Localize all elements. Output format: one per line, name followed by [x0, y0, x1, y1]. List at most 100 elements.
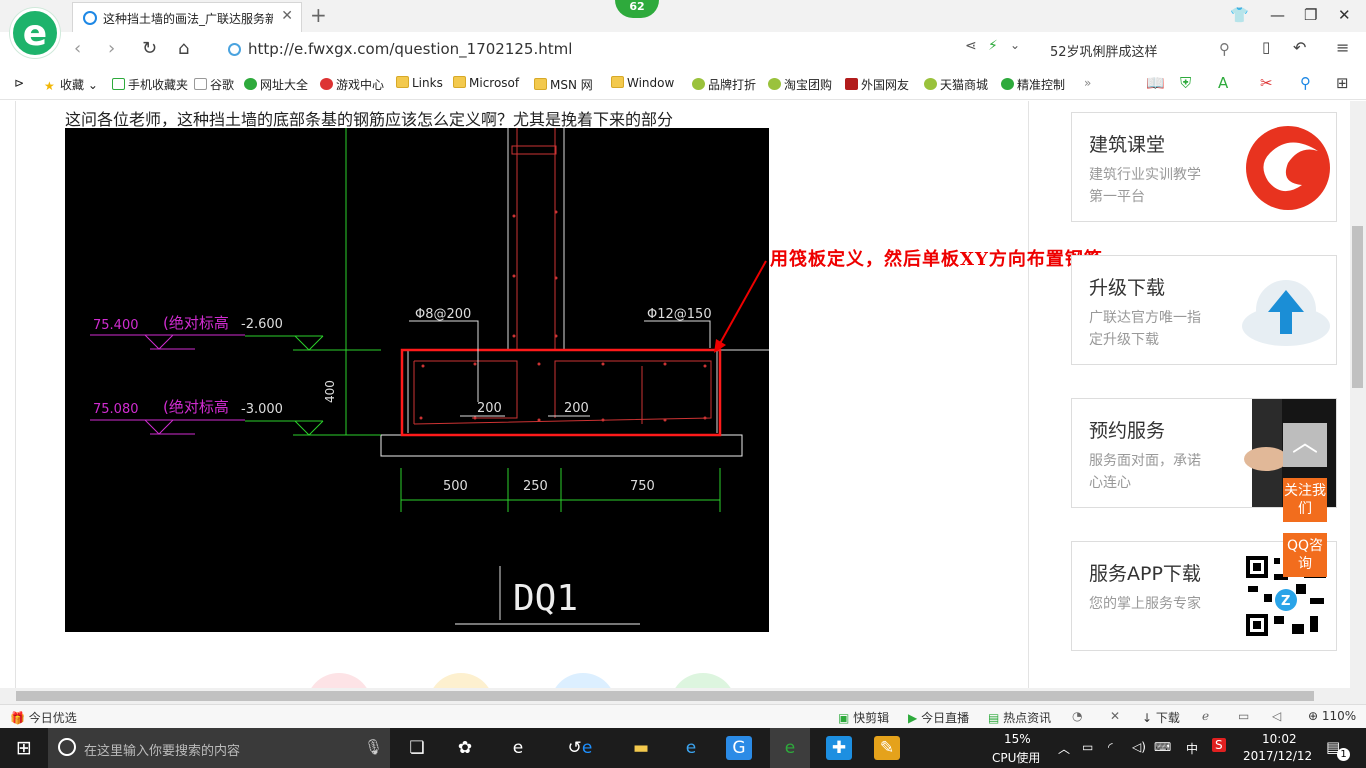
close-tab-icon[interactable]: ✕ [281, 8, 293, 24]
page-content: 这问各位老师，这种挡土墙的底部条基的钢筋应该怎么定义啊？尤其是挽着下来的部分 Φ… [0, 101, 1350, 688]
taskbar-search-placeholder[interactable]: 在这里输入你要搜索的内容 [84, 740, 240, 759]
bookmark-microsoft[interactable]: Microsof [453, 76, 519, 90]
sogou-ime-icon[interactable]: S [1212, 738, 1226, 752]
maximize-button[interactable]: ❐ [1304, 6, 1317, 24]
refresh-button[interactable]: ↻ [142, 38, 157, 59]
content-left-border [15, 101, 16, 688]
mobile-icon[interactable]: ▯ [1262, 38, 1270, 56]
zoom-icon: ⊕ [1308, 709, 1319, 723]
tools-icon[interactable]: ✕ [1110, 709, 1120, 723]
search-value[interactable]: 52岁巩俐胖成这样 [1050, 41, 1158, 60]
play-icon: ▶ [908, 711, 918, 725]
speed-icon[interactable]: ◔ [1072, 709, 1082, 723]
translate-icon[interactable]: A [1218, 74, 1228, 92]
bookmark-foreign-netizens[interactable]: 外国网友 [845, 76, 909, 93]
power-icon[interactable]: ▭ [1082, 740, 1093, 754]
browser-app-icon[interactable]: ↺e [554, 736, 606, 760]
file-explorer-icon[interactable]: ▬ [628, 736, 654, 760]
back-to-top-button[interactable]: ︿ [1283, 423, 1327, 467]
wifi-icon[interactable]: ◜ [1108, 740, 1113, 754]
360-browser-taskbar-icon[interactable]: e [770, 728, 810, 768]
cad-drawing-image: Φ8@200 Φ12@150 200 200 75.400 (绝对标高 -2.6… [65, 128, 769, 632]
pinwheel-app-icon[interactable]: ✿ [452, 736, 478, 760]
bookmark-brand-discount[interactable]: 品牌打折 [692, 76, 756, 93]
windows-start-icon[interactable]: ⊞ [11, 736, 37, 760]
minimize-button[interactable]: — [1270, 6, 1285, 24]
follow-us-button[interactable]: 关注我们 [1283, 478, 1327, 522]
live-today-link[interactable]: ▶ 今日直播 [908, 709, 969, 726]
search-icon[interactable]: ⚲ [1219, 40, 1230, 58]
clock-date[interactable]: 2017/12/12 [1243, 749, 1312, 763]
bookmark-google[interactable]: 谷歌 [194, 76, 234, 93]
bookmark-precision-control[interactable]: 精准控制 [1001, 76, 1065, 93]
home-button[interactable]: ⌂ [178, 38, 189, 59]
plus-app-icon[interactable]: ✚ [826, 736, 852, 760]
glodon-app-icon[interactable]: G [726, 736, 752, 760]
address-bar[interactable]: http://e.fwxgx.com/question_1702125.html [222, 37, 952, 63]
bookmark-game-center[interactable]: 游戏中心 [320, 76, 384, 93]
clock-time[interactable]: 10:02 [1262, 732, 1297, 746]
quick-edit-link[interactable]: ▣ 快剪辑 [838, 709, 889, 726]
drawing-title: DQ1 [513, 578, 578, 619]
undo-icon[interactable]: ↶ [1293, 38, 1306, 57]
reader-icon[interactable]: 📖 [1146, 74, 1165, 92]
notification-badge[interactable]: 62 [615, 0, 659, 18]
ie-icon[interactable]: e [678, 736, 704, 760]
lightning-icon[interactable]: ⚡ [988, 38, 998, 54]
bookmark-taobao[interactable]: 淘宝团购 [768, 76, 832, 93]
close-window-button[interactable]: ✕ [1338, 6, 1351, 24]
shield-icon[interactable]: ⛨ [1180, 74, 1191, 92]
bookmark-favorites[interactable]: ★ 收藏 ⌄ [44, 76, 98, 93]
scissors-icon[interactable]: ✂ [1260, 74, 1273, 92]
apps-grid-icon[interactable]: ⊞ [1336, 74, 1349, 92]
content-divider [1028, 101, 1029, 688]
bookmark-msn[interactable]: MSN 网 [534, 76, 593, 93]
card-building-class[interactable]: 建筑课堂 建筑行业实训教学第一平台 [1071, 112, 1337, 222]
new-tab-button[interactable]: + [310, 3, 327, 27]
show-hidden-icons-icon[interactable]: ︿ [1058, 740, 1070, 757]
url-text[interactable]: http://e.fwxgx.com/question_1702125.html [248, 40, 572, 58]
horizontal-scroll-thumb[interactable] [16, 691, 1314, 701]
browser-tab[interactable]: 这种挡土墙的画法_广联达服务新 ✕ [72, 2, 302, 32]
edge-icon[interactable]: e [505, 736, 531, 760]
window-icon[interactable]: ▭ [1238, 709, 1249, 723]
hot-news-link[interactable]: ▤ 热点资讯 [988, 709, 1051, 726]
bookmark-windows[interactable]: Window [611, 76, 674, 90]
absolute-elevation-label-2: (绝对标高 [163, 398, 229, 416]
downloads-link[interactable]: ↓ 下载 [1142, 709, 1180, 726]
ime-indicator[interactable]: 中 [1186, 740, 1198, 757]
qq-consult-button[interactable]: QQ咨询 [1283, 533, 1327, 577]
vertical-scrollbar[interactable] [1350, 101, 1366, 688]
search-input[interactable]: 52岁巩俐胖成这样 ⚲ [1040, 37, 1240, 63]
bookmark-links[interactable]: Links [396, 76, 443, 90]
bookmark-url-directory[interactable]: 网址大全 [244, 76, 308, 93]
task-view-icon[interactable]: ❏ [404, 736, 430, 760]
bookmark-mobile[interactable]: 手机收藏夹 [112, 76, 188, 93]
zoom-control[interactable]: ⊕ 110% [1308, 709, 1356, 723]
today-picks-link[interactable]: 🎁 今日优选 [10, 709, 77, 726]
share-icon[interactable]: ⋖ [965, 38, 977, 54]
vertical-scroll-thumb[interactable] [1352, 226, 1363, 388]
volume-icon[interactable]: ◁) [1132, 740, 1146, 754]
card-upgrade-download[interactable]: 升级下载 广联达官方唯一指定升级下载 [1071, 255, 1337, 365]
skin-icon[interactable]: 👕 [1230, 6, 1249, 24]
forward-button[interactable]: › [108, 38, 115, 59]
sidebar-toggle-icon[interactable]: ⊳ [14, 76, 24, 90]
browser-logo[interactable]: e [10, 8, 60, 58]
magnifier-icon[interactable]: ⚲ [1300, 74, 1311, 92]
ie-mode-icon[interactable]: ℯ [1202, 709, 1209, 723]
bookmark-tmall[interactable]: 天猫商城 [924, 76, 988, 93]
horizontal-scrollbar[interactable] [0, 688, 1366, 704]
title-bar: 这种挡土墙的画法_广联达服务新 ✕ + 62 👕 — ❐ ✕ [0, 0, 1366, 32]
card-title: 建筑课堂 [1089, 134, 1166, 156]
microphone-icon[interactable]: 🎙 [364, 738, 383, 756]
back-button[interactable]: ‹ [74, 38, 81, 59]
taskbar-search-input[interactable]: 在这里输入你要搜索的内容 🎙 [48, 728, 390, 768]
more-bookmarks-icon[interactable]: » [1084, 76, 1091, 90]
secure-site-icon [228, 43, 241, 56]
chevron-down-icon[interactable]: ⌄ [1010, 38, 1020, 52]
notes-app-icon[interactable]: ✎ [874, 736, 900, 760]
keyboard-icon[interactable]: ⌨ [1154, 740, 1171, 754]
menu-icon[interactable]: ≡ [1336, 38, 1349, 57]
mute-icon[interactable]: ◁ [1272, 709, 1281, 723]
